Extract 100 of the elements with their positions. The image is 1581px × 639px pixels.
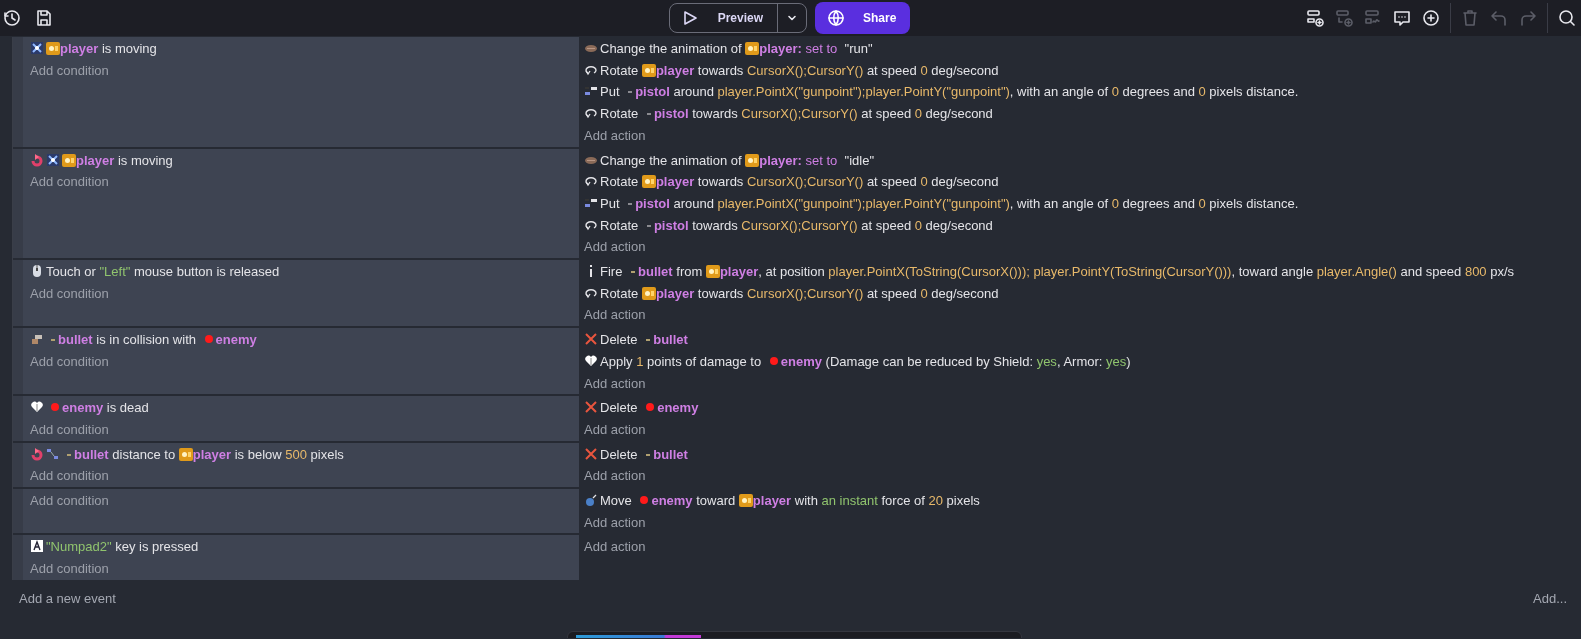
add-condition-link[interactable]: Add condition [30,171,109,193]
add-condition-link[interactable]: Add condition [30,418,109,441]
add-action-link[interactable]: Add action [584,511,646,534]
enemy-dot-icon [204,335,213,344]
add-condition-link[interactable]: Add condition [30,350,109,373]
action-text: bullet [653,446,688,462]
player-sprite-icon [745,41,760,55]
action-text: pistol around player.PointX("gunpoint");player.PointY("gunpoint"), with an angle of 0 degrees and 0 pixels distance. [635,195,1299,211]
action-text: bullet from [638,264,704,280]
add-event-icon[interactable] [1305,8,1325,28]
add-action-link[interactable]: Add action [584,536,646,559]
mouse-icon [30,264,44,279]
action-text: Delete [600,446,639,462]
player-sprite-icon [641,285,656,300]
enemy-dot-icon [640,496,649,505]
invert-arrow-icon [30,446,44,461]
action-text: player towards CursorX();CursorY() at speed 0 deg/second [655,62,999,78]
bullet-sprite-icon [631,271,635,274]
share-button[interactable]: Share [815,2,911,34]
action-text: player towards CursorX();CursorY() at speed 0 deg/second [655,174,999,190]
action-text: Fire [600,264,624,280]
add-condition-link[interactable]: Add condition [30,490,109,512]
heart-icon [584,353,598,368]
enemy-dot-icon [769,356,778,365]
pistol-sprite-icon [646,224,651,227]
action-text: pistol towards CursorX();CursorY() at speed 0 deg/second [653,217,993,233]
condition-text: player is moving [60,41,157,56]
enemy-dot-icon [51,403,59,412]
player-sprite-icon [738,493,753,508]
action-text: player: set to "run" [759,41,873,56]
condition-text: Touch or "Left" mouse button is released [46,264,280,280]
add-action-link[interactable]: Add action [584,418,646,441]
add-condition-link[interactable]: Add condition [30,558,109,580]
globe-icon [827,9,845,27]
player-sprite-icon [178,446,193,461]
condition-text: bullet distance to [74,446,177,462]
player-sprite-icon [705,264,720,279]
delete-icon [584,446,598,461]
collision-icon [30,332,44,347]
action-text: Apply 1 points of damage to [600,353,763,369]
search-icon[interactable] [1557,8,1577,28]
action-text: player with an instant force of 20 pixels [752,493,980,509]
cross-arrows-icon [46,152,60,167]
action-text: Rotate [600,217,640,233]
condition-text: enemy [215,332,257,348]
action-text: enemy toward [651,493,737,509]
action-text: pistol towards CursorX();CursorY() at speed 0 deg/second [653,106,993,122]
action-text: Delete [600,332,639,348]
action-text: Change the animation of [600,152,743,168]
save-icon[interactable] [34,8,54,28]
condition-text: player is moving [76,152,173,168]
condition-text: player is below 500 pixels [192,446,344,462]
action-text: Move [600,493,633,509]
action-text: player: set to "idle" [759,152,875,168]
action-text: pistol around player.PointX("gunpoint");player.PointY("gunpoint"), with an angle of 0 degrees and 0 pixels distance. [635,84,1299,100]
enemy-dot-icon [646,403,655,412]
comment-icon[interactable] [1392,8,1412,28]
condition-text: enemy is dead [62,400,149,416]
action-text: Rotate [600,62,640,78]
add-menu-link[interactable]: Add... [1533,590,1567,606]
player-sprite-icon [46,41,60,55]
keyboard-key-icon [30,539,44,554]
action-text: player, at position player.PointX(ToString(CursorX())); player.PointY(ToString(CursorY())), toward angle player.Angle() and speed 800 px/s [719,264,1515,280]
action-text: enemy (Damage can be reduced by Shield: yes, Armor: yes) [780,353,1131,369]
delete-icon [584,400,598,415]
add-icon[interactable] [1421,8,1441,28]
bullet-sprite-icon [67,453,71,456]
distance-icon [46,446,60,461]
add-condition-link[interactable]: Add condition [30,282,109,305]
add-condition-link[interactable]: Add condition [30,59,109,82]
add-action-link[interactable]: Add action [584,304,646,327]
bullet-sprite-icon [646,453,651,456]
delete-icon [584,332,598,347]
pistol-sprite-icon [646,113,651,116]
action-text: Rotate [600,106,640,122]
add-action-link[interactable]: Add action [584,124,646,147]
action-text: Change the animation of [600,41,743,56]
action-text: Put [600,84,621,100]
add-condition-link[interactable]: Add condition [30,465,109,488]
ball-icon [584,493,598,508]
bullet-sprite-icon [646,339,651,342]
pistol-sprite-icon [628,202,633,205]
cross-arrows-icon [30,41,44,55]
play-icon [681,10,698,26]
action-text: Rotate [600,174,640,190]
invert-arrow-icon [30,152,44,167]
preview-button[interactable]: Preview [669,4,777,32]
add-action-link[interactable]: Add action [584,465,646,488]
history-icon[interactable] [2,8,22,28]
action-text: Delete [600,400,639,416]
add-action-link[interactable]: Add action [584,236,646,259]
player-sprite-icon [641,62,656,77]
add-action-link[interactable]: Add action [584,372,646,395]
player-sprite-icon [641,174,656,189]
action-text: player towards CursorX();CursorY() at speed 0 deg/second [655,285,999,301]
bullet-sprite-icon [51,339,55,342]
add-event-link[interactable]: Add a new event [19,590,116,606]
action-text: enemy [657,400,699,416]
action-text: Put [600,195,621,211]
pistol-sprite-icon [628,91,633,94]
